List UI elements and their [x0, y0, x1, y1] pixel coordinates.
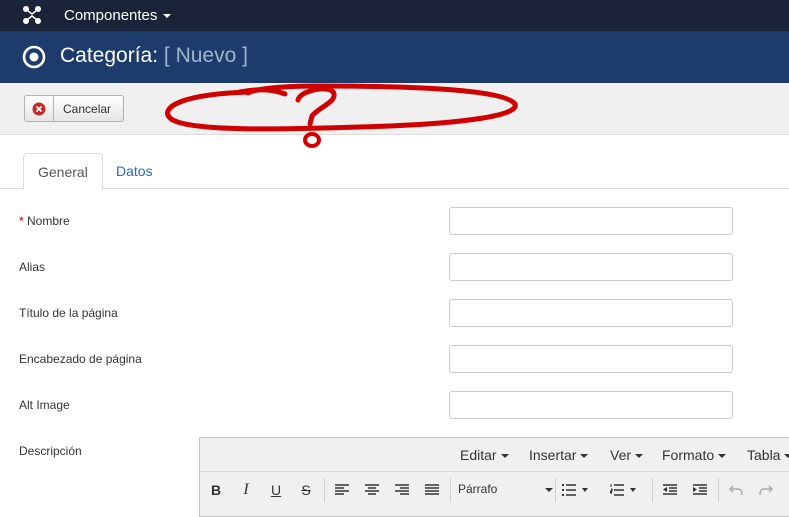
outdent-icon[interactable] [660, 481, 680, 499]
toolbar-separator [555, 478, 556, 502]
label-titulo-pagina: Título de la página [19, 306, 118, 320]
label-nombre-text: Nombre [27, 214, 70, 228]
toolbar: Cancelar [0, 83, 789, 135]
menu-editar[interactable]: Editar [460, 447, 509, 463]
menu-tabla-label: Tabla [747, 447, 781, 463]
format-select-value: Párrafo [458, 482, 498, 496]
indent-icon[interactable] [690, 481, 710, 499]
page-title-main: Categoría: [60, 44, 159, 67]
toolbar-separator [652, 478, 653, 502]
chevron-down-icon [500, 454, 509, 459]
chevron-down-icon [635, 454, 644, 459]
folder-circle-icon [22, 45, 46, 69]
toolbar-separator [718, 478, 719, 502]
undo-icon[interactable] [726, 481, 746, 499]
align-right-icon[interactable] [392, 481, 412, 499]
title-bar: Categoría: [ Nuevo ] [0, 31, 789, 83]
label-alias: Alias [19, 260, 46, 274]
menu-insertar[interactable]: Insertar [529, 447, 589, 463]
cancel-icon [32, 102, 46, 115]
label-alt-image: Alt Image [19, 398, 70, 412]
encabezado-pagina-input[interactable] [449, 345, 733, 373]
menu-formato[interactable]: Formato [662, 447, 727, 463]
align-justify-icon[interactable] [422, 481, 442, 499]
page-title: Categoría: [ Nuevo ] [60, 44, 248, 68]
italic-button[interactable]: I [236, 481, 256, 499]
menu-tabla[interactable]: Tabla [747, 447, 789, 463]
menu-formato-label: Formato [662, 447, 715, 463]
toolbar-separator [324, 478, 325, 502]
tab-datos[interactable]: Datos [102, 153, 167, 189]
rich-text-editor: Editar Insertar Ver Formato Tabla B I U … [199, 437, 789, 517]
joomla-logo-icon[interactable] [22, 5, 42, 25]
chevron-down-icon [784, 454, 789, 459]
align-center-icon[interactable] [362, 481, 382, 499]
editor-menubar: Editar Insertar Ver Formato Tabla [200, 438, 789, 472]
chevron-down-icon [545, 487, 554, 492]
numbered-list-icon[interactable] [610, 481, 642, 499]
strikethrough-button[interactable]: S [296, 481, 316, 499]
cancel-button[interactable]: Cancelar [24, 95, 124, 122]
menu-ver-label: Ver [610, 447, 632, 463]
chevron-down-icon [718, 454, 727, 459]
editor-toolbar: B I U S Párrafo [200, 472, 789, 508]
redo-icon[interactable] [756, 481, 776, 499]
nombre-input[interactable] [449, 207, 733, 235]
bullet-list-icon[interactable] [562, 481, 594, 499]
menu-editar-label: Editar [460, 447, 497, 463]
chevron-down-icon [580, 454, 589, 459]
label-descripcion: Descripción [19, 444, 82, 458]
required-asterisk: * [19, 214, 24, 228]
page-title-status: [ Nuevo ] [163, 44, 248, 67]
toolbar-separator [450, 478, 451, 502]
menu-insertar-label: Insertar [529, 447, 577, 463]
bold-button[interactable]: B [206, 481, 226, 499]
underline-button[interactable]: U [266, 481, 286, 499]
align-left-icon[interactable] [332, 481, 352, 499]
label-nombre: * Nombre [19, 214, 70, 228]
tab-bar: General Datos [0, 153, 789, 190]
cancel-icon-box [25, 96, 54, 121]
alias-input[interactable] [449, 253, 733, 281]
format-select[interactable]: Párrafo [458, 482, 554, 496]
menu-ver[interactable]: Ver [610, 447, 644, 463]
label-encabezado-pagina: Encabezado de página [19, 352, 142, 366]
alt-image-input[interactable] [449, 391, 733, 419]
tab-general[interactable]: General [23, 153, 103, 190]
chevron-down-icon [163, 14, 172, 19]
cancel-button-label: Cancelar [63, 101, 112, 116]
titulo-pagina-input[interactable] [449, 299, 733, 327]
menu-componentes-label: Componentes [64, 7, 158, 24]
menu-componentes[interactable]: Componentes [64, 7, 172, 24]
top-navbar: Componentes [0, 0, 789, 31]
